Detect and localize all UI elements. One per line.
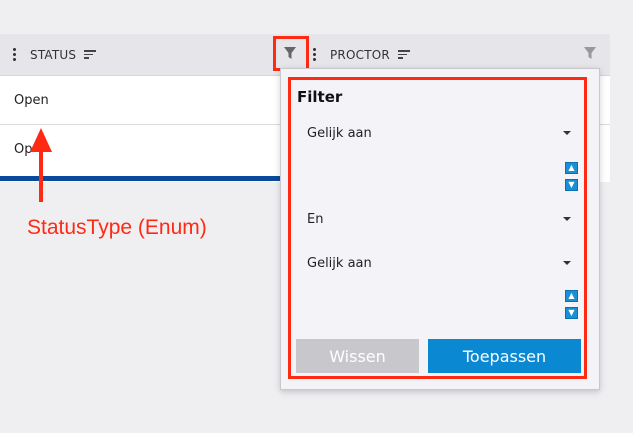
- sort-icon[interactable]: [84, 50, 97, 59]
- annotation-label: StatusType (Enum): [27, 216, 207, 239]
- highlight-filter-popup: [288, 77, 587, 379]
- filter-icon[interactable]: [584, 47, 596, 60]
- column-menu-icon[interactable]: [8, 48, 20, 61]
- highlight-filter-icon: [273, 36, 309, 71]
- column-label-status: STATUS: [30, 47, 77, 62]
- annotation-arrow-shaft: [39, 148, 43, 202]
- row-selection-underline: [0, 176, 288, 181]
- column-menu-icon[interactable]: [308, 48, 320, 61]
- column-header-status[interactable]: STATUS: [8, 34, 97, 75]
- column-label-proctor: PROCTOR: [330, 47, 390, 62]
- sort-icon[interactable]: [397, 50, 410, 59]
- status-cell: Open: [14, 92, 49, 108]
